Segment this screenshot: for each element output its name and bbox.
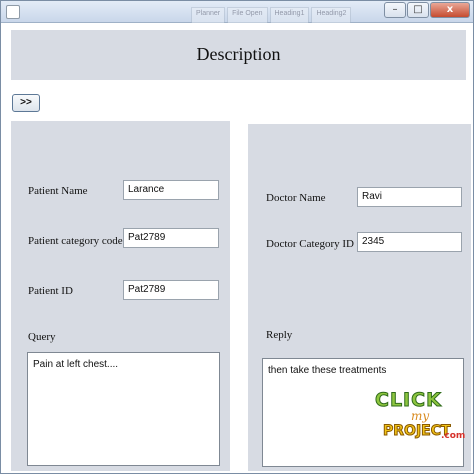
doctor-category-label: Doctor Category ID <box>266 238 354 250</box>
patient-id-field[interactable]: Pat2789 <box>123 280 219 300</box>
background-window-tabs: Planner File Open Heading1 Heading2 <box>191 7 352 23</box>
minimize-button[interactable]: – <box>384 2 406 18</box>
watermark-text: .com <box>441 431 466 441</box>
background-tab: File Open <box>227 7 268 23</box>
reply-label: Reply <box>266 329 293 341</box>
close-button[interactable]: x <box>430 2 470 18</box>
title-bar[interactable]: Planner File Open Heading1 Heading2 – □ … <box>1 1 473 23</box>
doctor-category-field[interactable]: 2345 <box>357 232 462 252</box>
java-app-icon <box>6 5 20 19</box>
header-panel: Description <box>11 30 466 80</box>
maximize-button[interactable]: □ <box>407 2 429 18</box>
next-button[interactable]: >> <box>12 94 40 112</box>
app-window: Planner File Open Heading1 Heading2 – □ … <box>0 0 474 474</box>
patient-category-field[interactable]: Pat2789 <box>123 228 219 248</box>
patient-category-label: Patient category code <box>28 235 123 247</box>
page-title: Description <box>196 44 281 64</box>
background-tab: Planner <box>191 7 226 23</box>
patient-id-label: Patient ID <box>28 285 73 297</box>
query-textarea[interactable]: Pain at left chest.... <box>27 352 220 466</box>
patient-panel: Patient Name Larance Patient category co… <box>11 121 230 471</box>
clickmyproject-watermark-logo: CLICK my PROJECT .com <box>371 389 471 453</box>
query-label: Query <box>28 331 56 343</box>
doctor-name-field[interactable]: Ravi <box>357 187 462 207</box>
window-controls: – □ x <box>384 2 470 18</box>
background-tab: Heading1 <box>269 7 310 23</box>
doctor-name-label: Doctor Name <box>266 192 326 204</box>
background-tab: Heading2 <box>311 7 352 23</box>
patient-name-label: Patient Name <box>28 185 88 197</box>
watermark-text: my <box>411 409 430 423</box>
patient-name-field[interactable]: Larance <box>123 180 219 200</box>
watermark-text: CLICK <box>375 389 442 412</box>
